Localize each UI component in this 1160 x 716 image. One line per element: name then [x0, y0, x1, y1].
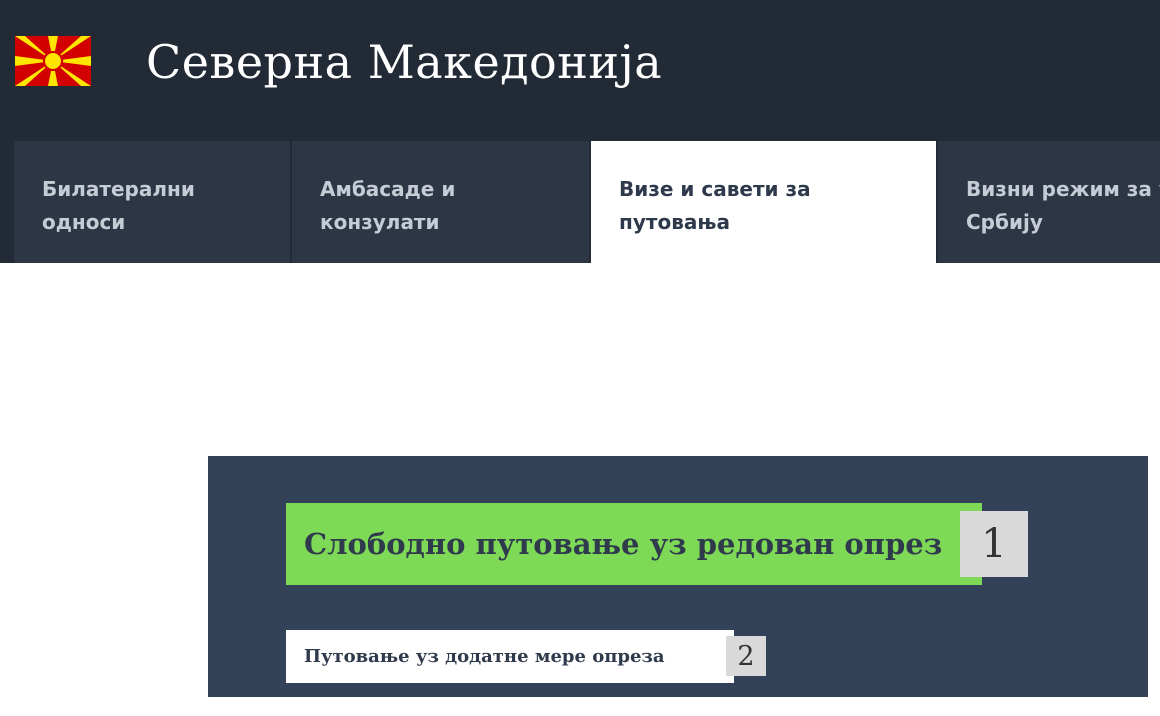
- tab-label: Билатерални односи: [42, 177, 195, 234]
- advisory-level-2[interactable]: Путовање уз додатне мере опреза: [286, 630, 734, 683]
- tab-bilateral-relations[interactable]: Билатерални односи: [14, 141, 291, 263]
- advisory-level-2-label: Путовање уз додатне мере опреза: [304, 646, 665, 667]
- tab-visa-regime-serbia[interactable]: Визни режим за улазак у Србију: [938, 141, 1160, 263]
- advisory-level-1[interactable]: Слободно путовање уз редован опрез: [286, 503, 982, 585]
- advisory-level-1-number: 1: [960, 511, 1028, 577]
- site-header: Северна Македонија: [0, 0, 1160, 141]
- main-nav: Билатерални односи Амбасаде и конзулати …: [0, 141, 1160, 263]
- travel-advisory-panel: Слободно путовање уз редован опрез 1 Пут…: [208, 456, 1148, 697]
- tab-embassies-consulates[interactable]: Амбасаде и конзулати: [292, 141, 590, 263]
- tab-label: Визни режим за улазак у Србију: [966, 177, 1160, 234]
- advisory-level-1-label: Слободно путовање уз редован опрез: [304, 527, 943, 561]
- tab-label: Амбасаде и конзулати: [320, 177, 456, 234]
- tab-label: Визе и савети за путовања: [619, 177, 811, 234]
- tab-visas-travel-advice[interactable]: Визе и савети за путовања: [591, 141, 937, 263]
- north-macedonia-flag-icon: [15, 36, 91, 86]
- site-title: Северна Македонија: [146, 35, 663, 89]
- advisory-level-2-number: 2: [726, 636, 766, 676]
